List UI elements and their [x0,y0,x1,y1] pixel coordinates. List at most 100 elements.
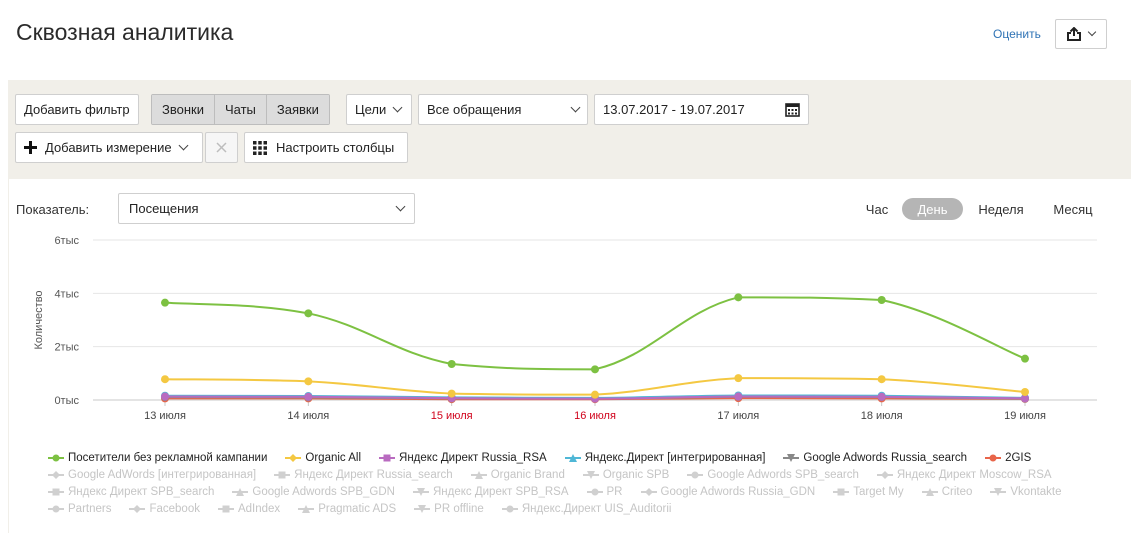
data-point [734,374,743,383]
tab-requests[interactable]: Заявки [266,95,329,124]
legend-marker-icon [48,488,64,495]
x-tick-label: 18 июля [861,410,903,422]
goals-dropdown[interactable]: Цели [346,94,412,125]
legend-item[interactable]: AdIndex [217,502,281,515]
legend-item[interactable]: Яндекс Директ SPB_RSA [412,486,569,498]
legend-marker [48,487,64,497]
legend-item[interactable]: Яндекс.Директ [интегрированная] [564,452,765,464]
legend-item[interactable]: Яндекс Директ Moscow_RSA [876,469,1052,481]
date-range-value: 13.07.2017 - 19.07.2017 [603,102,745,117]
legend-row: Google AdWords [интегрированная] Яндекс Д… [48,466,1128,483]
legend-marker-icon [985,454,1002,461]
data-point [447,360,456,368]
x-tick-label: 19 июля [1004,410,1046,422]
legend-item[interactable]: PR [586,486,623,498]
chart-legend: Посетители без рекламной кампании Organic… [48,449,1128,517]
data-point [161,298,169,307]
legend-row: Partners Facebook AdIndex Pragmatic ADS PR o… [48,500,1128,517]
data-point [591,390,599,399]
legend-marker [921,487,938,497]
legend-item[interactable]: Partners [48,503,111,515]
legend-item[interactable]: Facebook [129,503,200,515]
legend-item[interactable]: Яндекс Директ Russia_RSA [379,452,547,464]
legend-marker-icon [921,487,938,496]
legend-marker [232,487,249,497]
period-week[interactable]: Неделя [971,198,1031,220]
legend-marker [876,470,893,480]
period-day[interactable]: День [902,198,963,220]
legend-label: 2GIS [1005,451,1032,464]
legend-item[interactable]: Google Adwords Russia_search [783,452,967,464]
legend-item[interactable]: Посетители без рекламной кампании [48,452,267,464]
requests-dropdown[interactable]: Все обращения [418,94,588,125]
legend-item[interactable]: Google Adwords SPB_GDN [232,486,395,498]
legend-label: Pragmatic ADS [318,502,397,515]
legend-item[interactable]: Google Adwords SPB_search [687,469,859,481]
plus-icon [24,141,37,154]
legend-label: Google AdWords [интегрированная] [68,468,257,481]
legend-label: Google Adwords Russia_GDN [660,485,816,498]
legend-item[interactable]: Google Adwords Russia_GDN [640,485,816,498]
legend-item[interactable]: Яндекс Директ SPB_search [48,486,214,498]
page-title: Сквозная аналитика [16,19,234,45]
legend-marker [274,470,291,480]
legend-item[interactable]: PR offline [414,503,484,515]
legend-marker [379,453,396,463]
legend-marker [990,487,1007,497]
legend-item[interactable]: Pragmatic ADS [298,503,396,515]
data-point [447,389,456,398]
legend-label: Partners [68,502,112,515]
legend-marker [687,470,704,480]
legend-label: Яндекс Директ Russia_search [294,468,453,481]
period-hour[interactable]: Час [860,198,894,220]
x-tick-label: 17 июля [717,410,759,422]
data-point [591,365,599,374]
date-range-picker[interactable]: 13.07.2017 - 19.07.2017 [594,94,809,125]
tab-calls[interactable]: Звонки [152,95,215,124]
metric-dropdown[interactable]: Посещения [118,193,415,224]
requests-label: Все обращения [427,102,522,117]
configure-columns-button[interactable]: Настроить столбцы [244,132,408,163]
data-point [1021,354,1029,363]
tab-chats[interactable]: Чаты [214,95,267,124]
legend-item[interactable]: Target My [833,486,904,498]
legend-marker [414,504,431,514]
data-point [304,392,313,401]
chevron-down-icon [570,102,581,113]
data-point [304,309,313,318]
share-button[interactable] [1055,19,1107,49]
rate-link[interactable]: Оценить [993,27,1041,41]
legend-marker [640,487,657,497]
legend-marker-icon [414,504,431,513]
legend-label: Яндекс.Директ UIS_Auditorii [521,502,672,515]
legend-marker [985,453,1002,463]
legend-item[interactable]: Google AdWords [интегрированная] [48,469,256,481]
legend-label: Яндекс Директ SPB_search [68,485,215,498]
legend-marker-icon [783,453,800,462]
legend-item[interactable]: Vkontakte [990,486,1062,498]
legend-item[interactable]: Яндекс.Директ UIS_Auditorii [501,502,672,515]
legend-marker-icon [470,470,487,479]
x-tick-label: 14 июля [287,410,329,422]
legend-label: Criteo [941,485,973,498]
y-tick-label: 6тыс [54,235,79,247]
legend-label: AdIndex [237,502,281,515]
legend-item[interactable]: 2GIS [985,452,1031,464]
legend-item[interactable]: Organic Brand [470,469,565,481]
legend-marker-icon [274,471,291,478]
add-filter-button[interactable]: Добавить фильтр [15,94,139,125]
data-point [1021,388,1029,396]
y-tick-label: 2тыс [54,342,79,354]
legend-marker-icon [285,453,302,462]
legend-marker [412,487,429,497]
goals-label: Цели [355,102,387,117]
legend-item[interactable]: Яндекс Директ Russia_search [274,469,453,481]
legend-item[interactable]: Organic All [285,452,361,464]
share-icon [1067,27,1081,41]
clear-dimension-button[interactable] [205,132,238,163]
add-dimension-button[interactable]: Добавить измерение [15,132,203,163]
period-month[interactable]: Месяц [1046,198,1100,220]
legend-item[interactable]: Criteo [921,485,973,498]
legend-item[interactable]: Organic SPB [582,469,669,481]
legend-marker-icon [586,488,603,495]
